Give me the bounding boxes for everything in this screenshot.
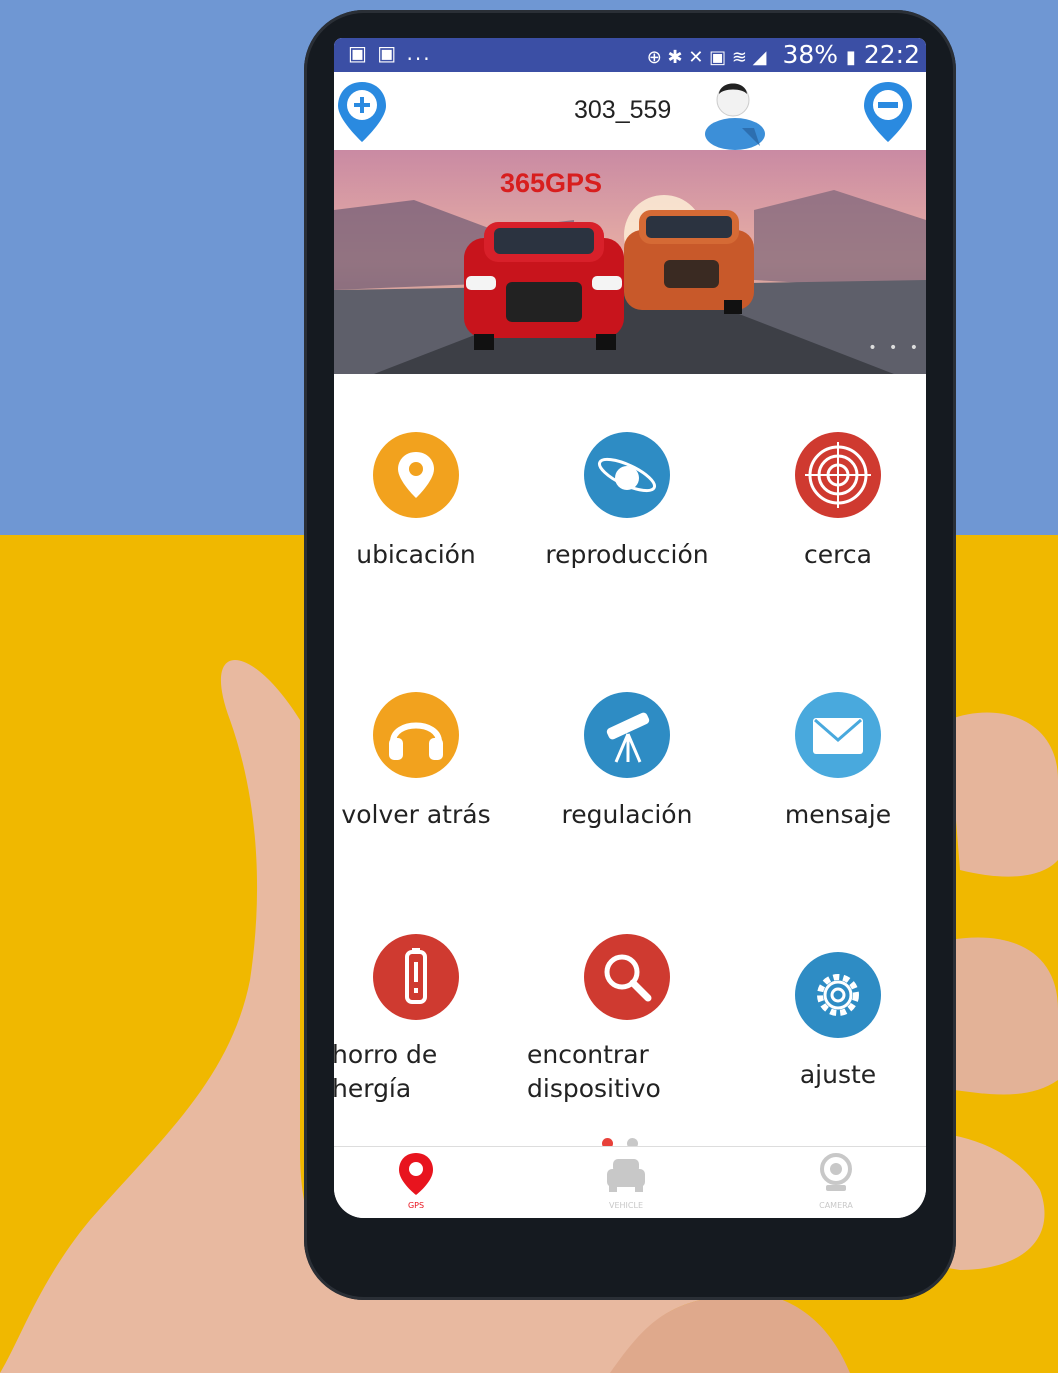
clock: 22:2 <box>863 40 920 69</box>
magnifier-icon <box>584 934 670 1020</box>
tab-label: VEHICLE <box>609 1201 643 1210</box>
headphones-icon <box>373 692 459 778</box>
menu-grid: ubicación reproducción cerca volver atrá… <box>334 374 926 1149</box>
app-header: 303_559 <box>334 72 926 150</box>
menu-label: cerca <box>804 540 872 569</box>
promo-banner[interactable]: 365GPS • • • <box>334 150 926 374</box>
remove-pin-icon[interactable] <box>862 80 914 144</box>
notification-icons: ▣ ▣ ... <box>348 41 432 65</box>
menu-label-line2: dispositivo <box>527 1074 661 1103</box>
status-bar: ▣ ▣ ... ⊕ ✱ ✕ ▣ ≋ ◢ 38% ▮ 22:2 <box>334 38 926 72</box>
tab-vehicle[interactable]: VEHICLE <box>566 1151 686 1210</box>
menu-item-volver-atras[interactable]: volver atrás <box>334 692 516 832</box>
battery-icon: ▮ <box>846 47 856 68</box>
banner-indicator: • • • <box>868 340 922 356</box>
banner-image <box>334 150 926 374</box>
battery-alert-icon <box>373 934 459 1020</box>
menu-item-ajuste[interactable]: ajuste <box>738 952 926 1092</box>
menu-label: ubicación <box>356 540 476 569</box>
orange-car <box>624 210 754 314</box>
menu-label: regulación <box>561 800 693 829</box>
tab-label: CAMERA <box>819 1201 853 1210</box>
status-right: ⊕ ✱ ✕ ▣ ≋ ◢ 38% ▮ 22:2 <box>647 40 920 69</box>
menu-label-line1: horro de <box>334 1040 438 1069</box>
target-icon <box>795 432 881 518</box>
battery-percent: 38% <box>782 40 839 69</box>
bottom-tab-bar: GPS VEHICLE CAMERA <box>334 1146 926 1218</box>
menu-item-cerca[interactable]: cerca <box>738 432 926 572</box>
menu-item-ahorro-energia[interactable]: horro de hergía <box>334 934 516 1106</box>
menu-label: volver atrás <box>341 800 491 829</box>
user-avatar-icon[interactable] <box>702 76 768 150</box>
menu-item-regulacion[interactable]: regulación <box>527 692 727 832</box>
car-icon <box>607 1159 645 1192</box>
tab-camera[interactable]: CAMERA <box>776 1151 896 1210</box>
planet-orbit-icon <box>584 432 670 518</box>
add-pin-icon[interactable] <box>336 80 388 144</box>
location-pin-icon <box>399 1153 433 1195</box>
menu-label: horro de hergía <box>334 1038 516 1106</box>
envelope-icon <box>795 692 881 778</box>
tab-gps[interactable]: GPS <box>356 1151 476 1210</box>
system-icons: ⊕ ✱ ✕ ▣ ≋ ◢ <box>646 47 767 68</box>
menu-label: encontrar dispositivo <box>527 1038 727 1106</box>
menu-item-ubicacion[interactable]: ubicación <box>334 432 516 572</box>
menu-label: mensaje <box>784 800 892 829</box>
menu-item-reproduccion[interactable]: reproducción <box>527 432 727 572</box>
tab-label: GPS <box>407 1201 425 1210</box>
camera-icon <box>820 1153 852 1191</box>
menu-label-line1: encontrar <box>527 1040 649 1069</box>
location-pin-icon <box>373 432 459 518</box>
menu-item-encontrar-dispositivo[interactable]: encontrar dispositivo <box>527 934 727 1106</box>
menu-label: reproducción <box>545 540 709 569</box>
menu-item-mensaje[interactable]: mensaje <box>738 692 926 832</box>
telescope-icon <box>584 692 670 778</box>
menu-label-line2: hergía <box>334 1074 412 1103</box>
gear-icon <box>795 952 881 1038</box>
red-car <box>464 222 624 350</box>
device-name: 303_559 <box>574 96 672 124</box>
phone-screen: ▣ ▣ ... ⊕ ✱ ✕ ▣ ≋ ◢ 38% ▮ 22:2 303_559 3… <box>334 38 926 1218</box>
menu-label: ajuste <box>799 1060 877 1089</box>
banner-title: 365GPS <box>500 168 603 198</box>
